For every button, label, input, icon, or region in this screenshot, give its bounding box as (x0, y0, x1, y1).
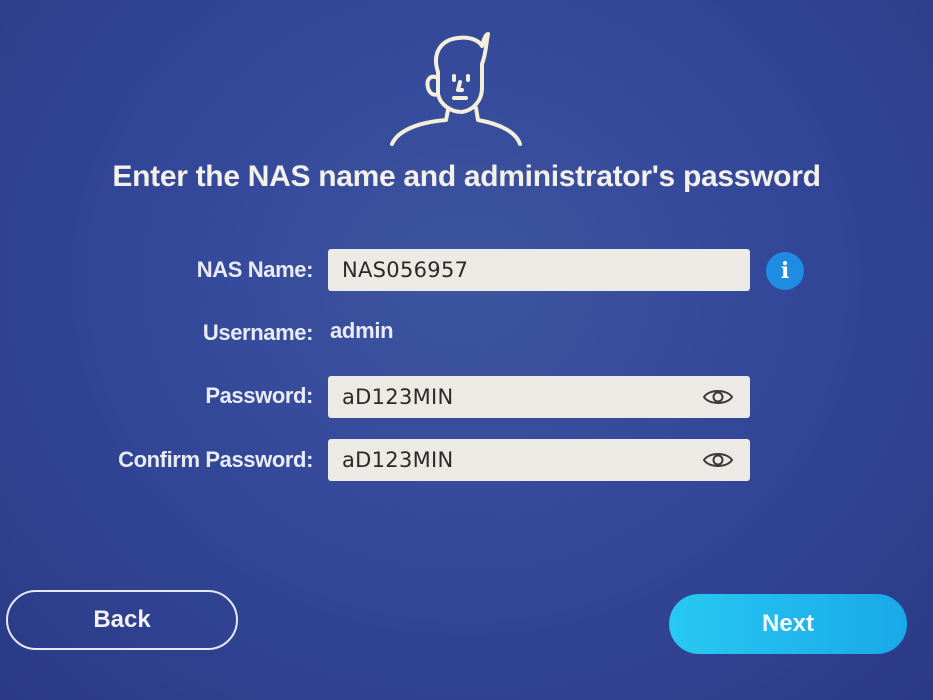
password-label: Password: (205, 383, 313, 408)
confirm-password-input[interactable]: aD123MIN (328, 439, 750, 481)
page-title: Enter the NAS name and administrator's p… (112, 160, 821, 193)
eye-icon[interactable] (702, 449, 734, 471)
password-input[interactable]: aD123MIN (328, 376, 750, 418)
user-avatar-icon (390, 32, 522, 146)
eye-icon[interactable] (702, 386, 734, 408)
info-icon[interactable]: i (766, 252, 804, 290)
password-value: aD123MIN (342, 385, 454, 409)
confirm-password-label: Confirm Password: (118, 447, 313, 472)
nas-name-input[interactable]: NAS056957 (328, 249, 750, 291)
confirm-password-value: aD123MIN (342, 448, 454, 472)
username-value: admin (330, 318, 394, 343)
username-label: Username: (202, 320, 314, 345)
back-button[interactable]: Back (6, 590, 238, 650)
nas-name-label: NAS Name: (196, 257, 314, 282)
next-button[interactable]: Next (669, 594, 907, 654)
nas-name-value: NAS056957 (342, 258, 469, 282)
